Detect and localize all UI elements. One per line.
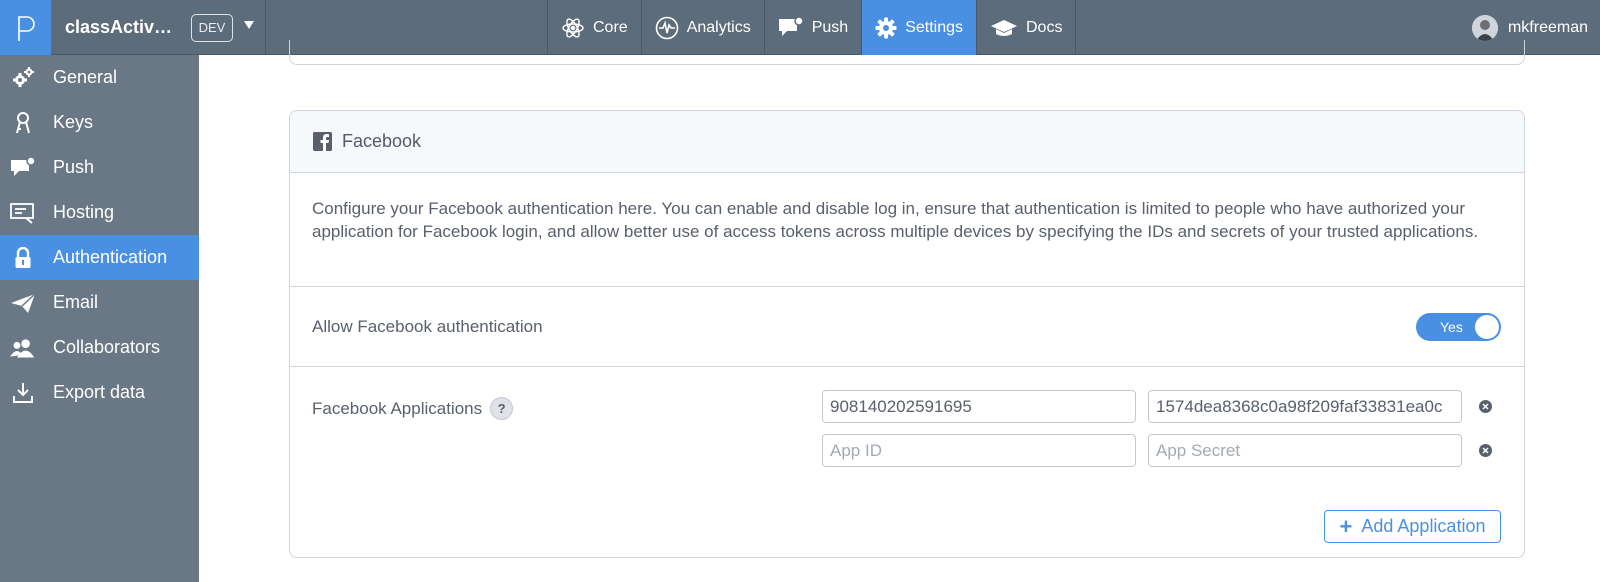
sidebar-item-hosting[interactable]: Hosting bbox=[0, 190, 199, 235]
sidebar-item-label: Authentication bbox=[53, 247, 168, 267]
add-application-button[interactable]: + Add Application bbox=[1324, 510, 1501, 543]
facebook-card: Facebook Configure your Facebook authent… bbox=[289, 110, 1525, 558]
sidebar-item-label: Push bbox=[53, 157, 95, 177]
add-application-label: Add Application bbox=[1361, 516, 1486, 536]
app-secret-input[interactable] bbox=[1148, 434, 1462, 467]
sidebar-item-keys[interactable]: Keys bbox=[0, 100, 199, 145]
app-secret-input[interactable] bbox=[1148, 390, 1462, 423]
facebook-applications-text: Facebook Applications bbox=[312, 398, 483, 418]
mortarboard-icon bbox=[990, 18, 1018, 38]
toggle-label: Yes bbox=[1440, 318, 1463, 335]
app-switcher-caret-icon[interactable] bbox=[244, 21, 254, 29]
nav-label: Analytics bbox=[686, 18, 751, 36]
sidebar-item-email[interactable]: Email bbox=[0, 280, 199, 325]
allow-facebook-toggle[interactable]: Yes bbox=[1416, 312, 1501, 341]
sidebar-item-label: Email bbox=[53, 292, 99, 312]
facebook-applications-label: Facebook Applications ? bbox=[312, 397, 514, 420]
atom-icon bbox=[561, 16, 585, 40]
allow-facebook-label: Allow Facebook authentication bbox=[312, 316, 543, 336]
nav-label: Core bbox=[593, 18, 628, 36]
sidebar-item-push[interactable]: Push bbox=[0, 145, 199, 190]
nav-label: Push bbox=[811, 18, 849, 36]
facebook-card-header: Facebook bbox=[290, 111, 1524, 173]
sidebar-item-label: General bbox=[53, 67, 118, 87]
user-name: mkfreeman bbox=[1507, 18, 1588, 36]
sidebar-item-label: Keys bbox=[53, 112, 94, 132]
sidebar-item-collaborators[interactable]: Collaborators bbox=[0, 325, 199, 370]
nav-label: Settings bbox=[905, 18, 963, 36]
keys-icon bbox=[10, 110, 36, 136]
help-icon[interactable]: ? bbox=[490, 397, 514, 420]
sidebar-item-label: Export data bbox=[53, 382, 146, 402]
card-description: Configure your Facebook authentication h… bbox=[290, 173, 1524, 287]
plus-icon: + bbox=[1339, 513, 1353, 539]
chat-bubble-icon bbox=[778, 16, 804, 39]
monitor-icon bbox=[10, 200, 36, 226]
facebook-applications-section: Facebook Applications ? + Add Applicatio… bbox=[290, 367, 1524, 557]
facebook-icon bbox=[313, 132, 332, 151]
divider bbox=[265, 0, 266, 55]
nav-label: Docs bbox=[1026, 18, 1063, 36]
gears-icon bbox=[10, 65, 36, 91]
app-name[interactable]: classActiv… bbox=[65, 0, 172, 55]
env-badge: DEV bbox=[191, 14, 233, 42]
users-icon bbox=[10, 335, 36, 361]
app-id-input[interactable] bbox=[822, 390, 1136, 423]
remove-app-icon[interactable] bbox=[1479, 444, 1492, 457]
download-icon bbox=[10, 380, 36, 406]
sidebar-item-label: Collaborators bbox=[53, 337, 161, 357]
remove-app-icon[interactable] bbox=[1479, 400, 1492, 413]
app-id-input[interactable] bbox=[822, 434, 1136, 467]
toggle-knob bbox=[1475, 314, 1499, 339]
chat-bubble-icon bbox=[10, 155, 36, 181]
sidebar-item-export-data[interactable]: Export data bbox=[0, 370, 199, 415]
sidebar-item-label: Hosting bbox=[53, 202, 115, 222]
paper-plane-icon bbox=[10, 290, 36, 316]
allow-facebook-row: Allow Facebook authentication Yes bbox=[290, 287, 1524, 367]
lock-icon bbox=[10, 245, 36, 271]
sidebar: General Keys Push Hosting Authentication… bbox=[0, 55, 199, 582]
previous-card-bottom bbox=[289, 40, 1525, 65]
avatar bbox=[1471, 14, 1498, 41]
gear-icon bbox=[875, 17, 897, 39]
parse-logo-icon[interactable] bbox=[0, 0, 51, 55]
card-title: Facebook bbox=[342, 131, 422, 151]
sidebar-item-authentication[interactable]: Authentication bbox=[0, 235, 199, 280]
sidebar-item-general[interactable]: General bbox=[0, 55, 199, 100]
pulse-icon bbox=[655, 16, 679, 40]
